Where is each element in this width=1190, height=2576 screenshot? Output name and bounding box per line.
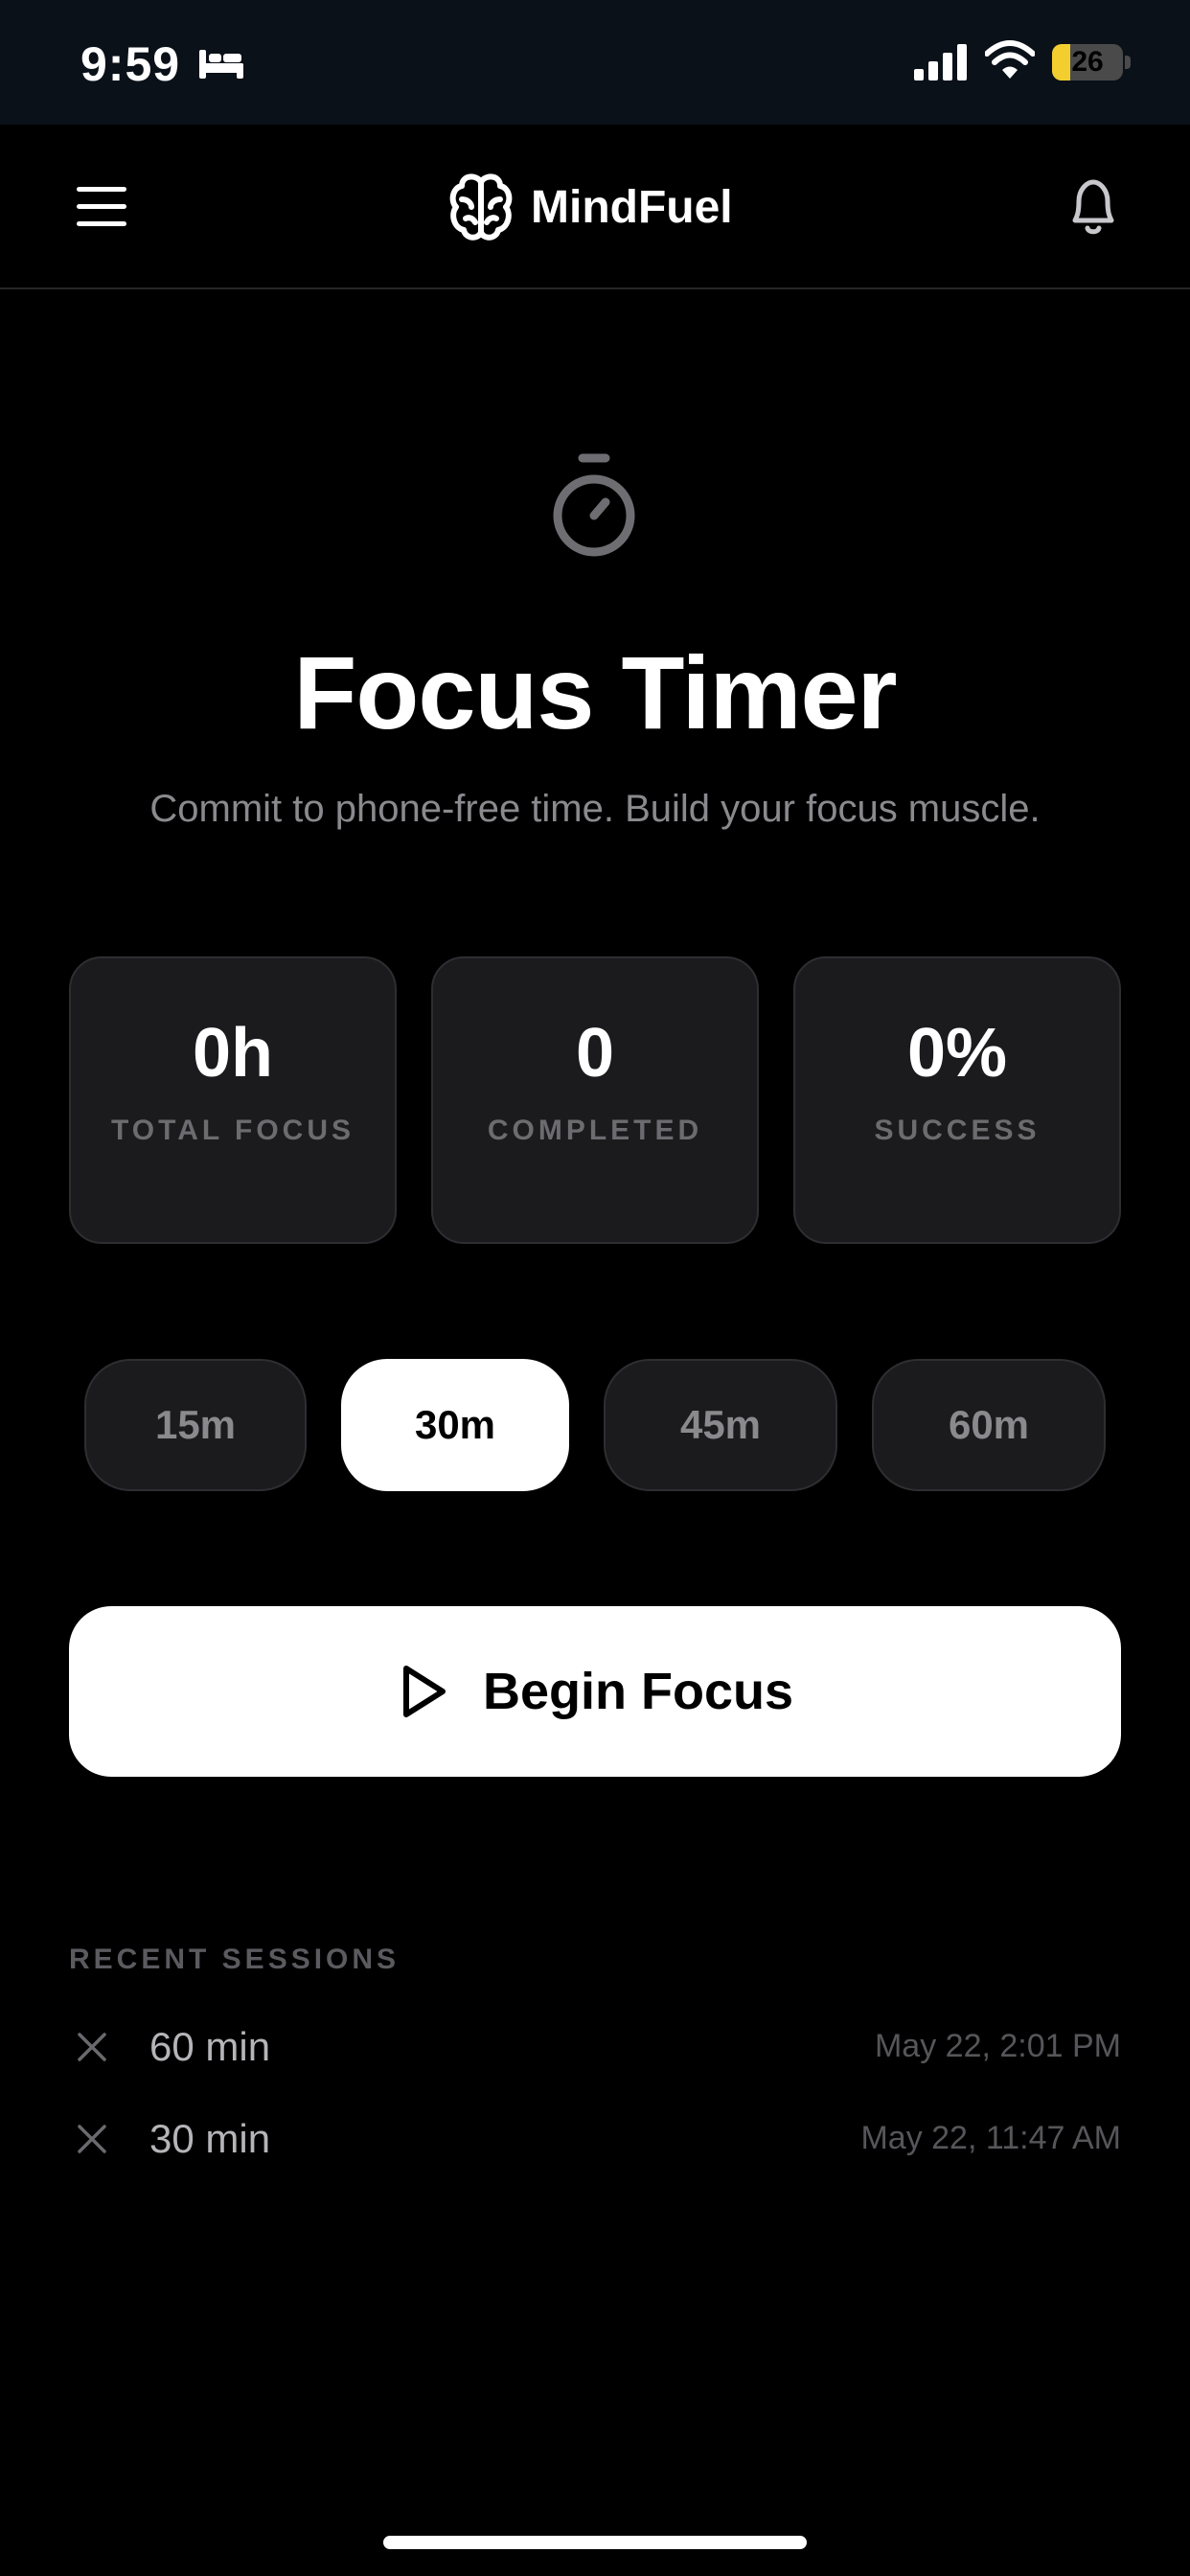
app-header: MindFuel	[0, 125, 1190, 289]
home-indicator[interactable]	[383, 2536, 807, 2549]
stat-value: 0%	[906, 1015, 1008, 1092]
app-logo: MindFuel	[448, 169, 733, 245]
session-row: 30 min May 22, 11:47 AM	[69, 2110, 1121, 2168]
battery-nub	[1125, 56, 1131, 69]
page-subtitle: Commit to phone-free time. Build your fo…	[149, 788, 1041, 830]
stat-value: 0	[575, 1015, 615, 1092]
stat-label: SUCCESS	[874, 1115, 1041, 1146]
battery-indicator: 26	[1052, 44, 1123, 80]
screen: 9:59 26 MindFuel Focus Timer Commit to p…	[0, 0, 1190, 2576]
bell-icon[interactable]	[1064, 174, 1123, 240]
session-time: May 22, 2:01 PM	[874, 2028, 1121, 2064]
stat-card-success: 0% SUCCESS	[793, 956, 1121, 1244]
stat-label: COMPLETED	[487, 1115, 703, 1146]
duration-option-15m[interactable]: 15m	[84, 1359, 307, 1491]
app-title: MindFuel	[531, 181, 733, 233]
begin-focus-button[interactable]: Begin Focus	[69, 1606, 1121, 1777]
menu-icon[interactable]	[73, 178, 130, 236]
page-title: Focus Timer	[293, 634, 897, 750]
battery-level: 26	[1071, 46, 1104, 78]
stat-card-completed: 0 COMPLETED	[431, 956, 759, 1244]
duration-option-60m[interactable]: 60m	[872, 1359, 1106, 1491]
brain-icon	[449, 173, 513, 241]
session-duration: 30 min	[149, 2116, 271, 2161]
stat-card-total-focus: 0h TOTAL FOCUS	[69, 956, 397, 1244]
recent-sessions-heading: RECENT SESSIONS	[69, 1944, 400, 1975]
timer-icon	[553, 453, 635, 557]
close-icon	[78, 2033, 106, 2061]
duration-option-45m[interactable]: 45m	[604, 1359, 837, 1491]
bed-icon	[199, 50, 243, 79]
play-icon	[402, 1666, 446, 1717]
stat-value: 0h	[192, 1015, 274, 1092]
signal-icon	[914, 44, 967, 80]
session-time: May 22, 11:47 AM	[860, 2120, 1121, 2156]
status-time: 9:59	[80, 37, 181, 91]
status-bar: 9:59 26	[0, 0, 1190, 125]
wifi-icon	[985, 40, 1035, 79]
duration-option-30m[interactable]: 30m	[341, 1359, 569, 1491]
begin-focus-label: Begin Focus	[482, 1663, 794, 1720]
session-row: 60 min May 22, 2:01 PM	[69, 2018, 1121, 2076]
stat-label: TOTAL FOCUS	[111, 1115, 355, 1146]
session-duration: 60 min	[149, 2024, 271, 2069]
close-icon	[78, 2125, 106, 2153]
